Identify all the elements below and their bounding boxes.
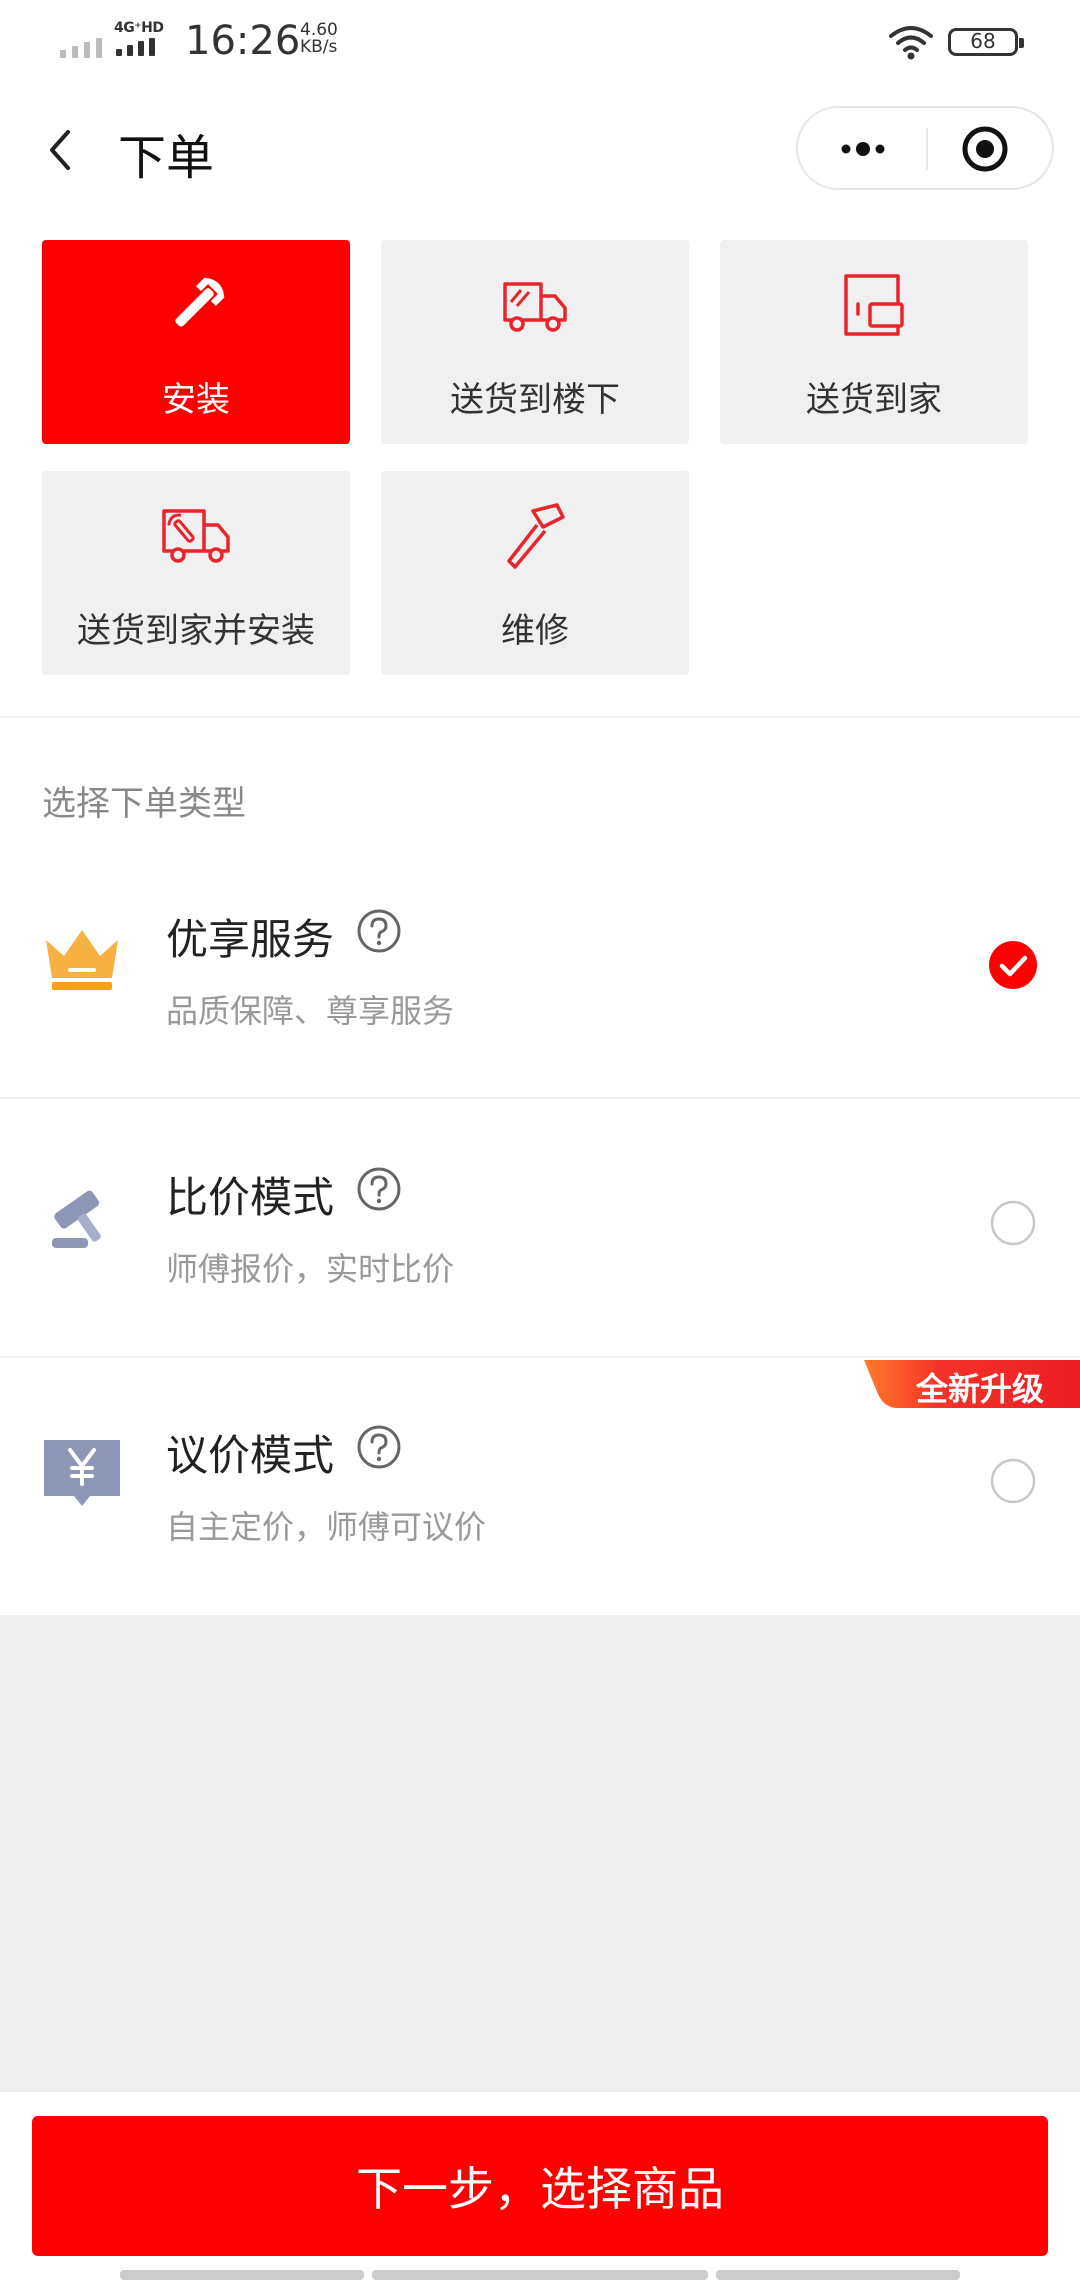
speed-unit: KB/s: [300, 37, 338, 57]
badge-label: 全新升级: [916, 1370, 1045, 1408]
crown-icon: [46, 930, 118, 990]
checked-radio-icon[interactable]: [988, 940, 1038, 990]
mobile-signal-icon: [116, 38, 155, 56]
service-tile-deliver-install[interactable]: 送货到家并安装: [42, 471, 350, 675]
capsule-divider: [926, 128, 928, 170]
option-description: 品质保障、尊享服务: [166, 992, 455, 1030]
option-description: 自主定价，师傅可议价: [166, 1508, 487, 1546]
help-question-icon[interactable]: [356, 908, 402, 954]
section-divider: [0, 716, 1080, 718]
system-nav-segment: [120, 2270, 364, 2280]
option-name: 议价模式: [166, 1431, 335, 1480]
signal-icon: [60, 34, 102, 58]
nav-bar: 下单: [0, 86, 1080, 214]
network-speed: 4.60 KB/s: [300, 22, 338, 56]
gavel-icon: [52, 1190, 101, 1248]
close-target-icon[interactable]: [960, 124, 1010, 174]
next-step-button[interactable]: 下一步，选择商品: [32, 2116, 1048, 2256]
status-bar: 4G⁺HD 16:26 4.60 KB/s 68: [0, 0, 1080, 86]
back-arrow-icon[interactable]: [40, 122, 80, 178]
service-label: 送货到家并安装: [77, 611, 315, 651]
service-tile-repair[interactable]: 维修: [381, 471, 689, 675]
battery-icon: 68: [948, 28, 1024, 56]
help-question-icon[interactable]: [356, 1166, 402, 1212]
option-description: 师傅报价，实时比价: [166, 1250, 455, 1288]
section-title: 选择下单类型: [42, 784, 246, 824]
service-tile-deliver-home[interactable]: 送货到家: [720, 240, 1028, 444]
service-label: 维修: [501, 611, 569, 651]
unchecked-radio-icon[interactable]: [990, 1458, 1036, 1504]
option-name: 优享服务: [166, 915, 335, 964]
wifi-icon: [889, 26, 933, 60]
status-time: 16:26: [185, 18, 301, 64]
delivery-truck-icon: [503, 282, 567, 332]
service-label: 送货到楼下: [450, 380, 620, 420]
service-tile-deliver-downstairs[interactable]: 送货到楼下: [381, 240, 689, 444]
mini-program-capsule: [796, 106, 1054, 190]
service-tile-install[interactable]: 安装: [42, 240, 350, 444]
new-upgrade-badge: 全新升级: [864, 1360, 1080, 1408]
order-type-premium[interactable]: 优享服务 品质保障、尊享服务: [0, 836, 1080, 1094]
option-name: 比价模式: [166, 1173, 335, 1222]
page-title: 下单: [118, 130, 215, 186]
hammer-icon: [507, 503, 565, 569]
service-label: 安装: [162, 380, 230, 420]
truck-install-icon: [162, 509, 230, 563]
network-indicator: 4G⁺HD: [114, 20, 174, 60]
service-label: 送货到家: [806, 380, 942, 420]
system-nav-segment: [716, 2270, 960, 2280]
order-type-compare[interactable]: 比价模式 师傅报价，实时比价: [0, 1094, 1080, 1352]
system-nav-segment: [372, 2270, 708, 2280]
footer-bar: 下一步，选择商品: [0, 2092, 1080, 2280]
help-question-icon[interactable]: [356, 1424, 402, 1470]
unchecked-radio-icon[interactable]: [990, 1200, 1036, 1246]
home-delivery-icon: [844, 274, 904, 336]
battery-level: 68: [970, 29, 996, 53]
yuan-tag-icon: [44, 1440, 120, 1506]
wrench-icon: [175, 277, 225, 327]
more-dots-icon[interactable]: [828, 132, 898, 166]
network-label: 4G⁺HD: [114, 20, 164, 36]
